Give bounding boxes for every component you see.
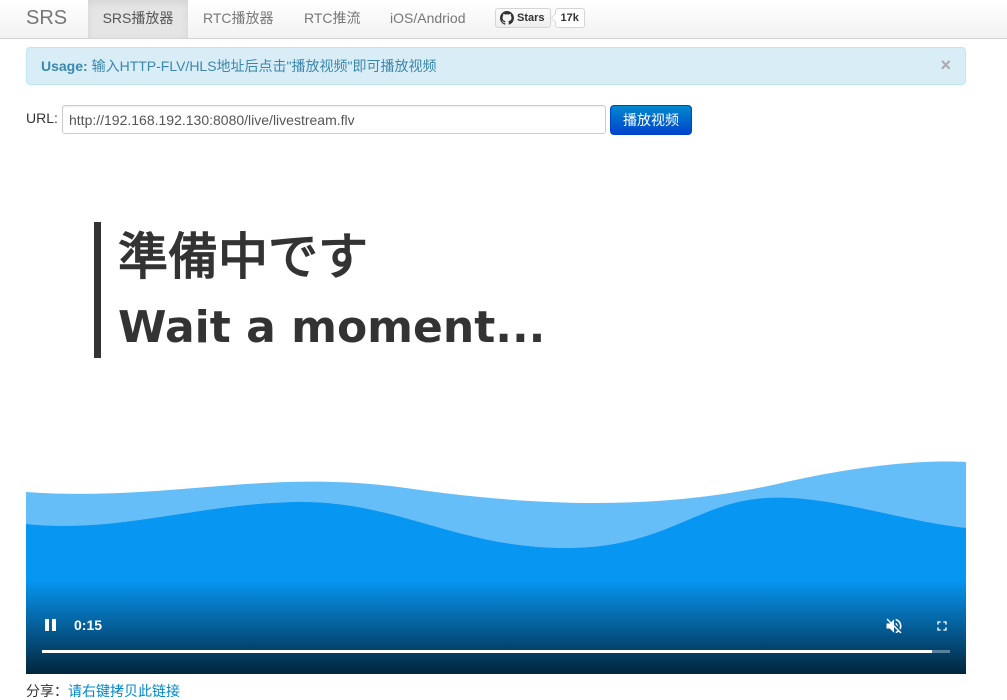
url-input[interactable]: [62, 105, 606, 134]
nav-srs-player[interactable]: SRS播放器: [88, 0, 188, 38]
video-player[interactable]: 準備中です Wait a moment... 0:15: [26, 150, 966, 674]
nav-rtc-player[interactable]: RTC播放器: [203, 0, 274, 38]
progress-bar[interactable]: [42, 650, 950, 653]
mute-icon[interactable]: [884, 616, 904, 636]
progress-fill: [42, 650, 932, 653]
alert-message: 输入HTTP-FLV/HLS地址后点击"播放视频"即可播放视频: [91, 58, 437, 74]
current-time: 0:15: [74, 617, 103, 633]
controls-shade: [26, 580, 966, 674]
nav-rtc-publish[interactable]: RTC推流: [304, 0, 361, 38]
nav-ios-android[interactable]: iOS/Andriod: [390, 0, 465, 38]
usage-alert: Usage: 输入HTTP-FLV/HLS地址后点击"播放视频"即可播放视频 ×: [26, 47, 966, 85]
fullscreen-icon[interactable]: [934, 618, 950, 634]
brand-logo[interactable]: SRS: [26, 6, 67, 30]
share-row: 分享：请右键拷贝此链接: [26, 681, 180, 700]
share-label: 分享：: [26, 683, 68, 699]
pause-icon[interactable]: [44, 618, 58, 632]
github-stars-button[interactable]: Stars: [495, 8, 551, 28]
github-stars: Stars 17k: [495, 8, 585, 28]
share-link[interactable]: 请右键拷贝此链接: [68, 683, 180, 699]
github-stars-count[interactable]: 17k: [550, 8, 585, 28]
play-video-button[interactable]: 播放视频: [610, 105, 692, 135]
navbar: SRS SRS播放器 RTC播放器 RTC推流 iOS/Andriod Star…: [0, 0, 1007, 39]
url-label: URL:: [26, 110, 58, 126]
github-icon: [500, 11, 514, 25]
alert-title: Usage:: [41, 58, 88, 74]
close-icon[interactable]: ×: [940, 48, 951, 82]
github-stars-label: Stars: [517, 12, 545, 24]
